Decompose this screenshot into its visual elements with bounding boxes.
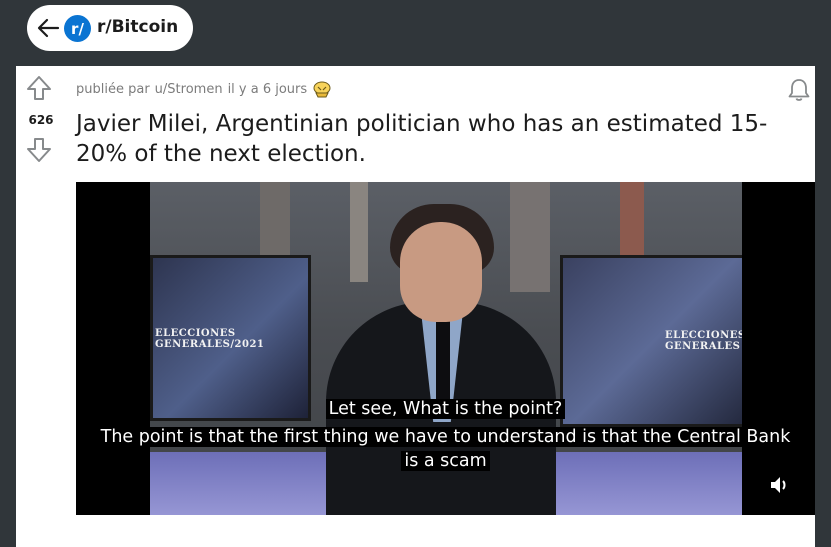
monitor-right-text: ELECCIONES GENERALES	[665, 330, 742, 352]
background-monitor-left: ELECCIONES GENERALES/2021	[150, 255, 311, 421]
monitor-left-text: ELECCIONES GENERALES/2021	[155, 328, 265, 350]
vote-count: 626	[28, 113, 54, 127]
arrow-left-icon[interactable]	[36, 17, 60, 39]
subtitle-line-2: The point is that the first thing we hav…	[76, 426, 815, 448]
post-title[interactable]: Javier Milei, Argentinian politician who…	[76, 109, 796, 169]
subreddit-header-pill: r/ r/Bitcoin	[27, 5, 193, 51]
post-card: 626 publiée par u/Stromen il y a 6 jours…	[16, 66, 815, 547]
vote-column: 626	[16, 66, 68, 176]
subreddit-name[interactable]: r/Bitcoin	[97, 17, 178, 37]
person-tie	[436, 320, 450, 410]
video-player[interactable]: ELECCIONES GENERALES/2021 ELECCIONES GEN…	[76, 182, 815, 515]
posted-by-label: publiée par	[76, 81, 150, 97]
post-meta: publiée par u/Stromen il y a 6 jours	[76, 79, 332, 99]
post-author[interactable]: u/Stromen	[155, 82, 223, 97]
person-face	[400, 222, 482, 322]
subtitle-line-1: Let see, What is the point?	[76, 398, 815, 420]
bell-icon[interactable]	[786, 77, 812, 103]
downvote-arrow-icon[interactable]	[26, 137, 52, 163]
upvote-arrow-icon[interactable]	[26, 75, 52, 101]
post-time[interactable]: il y a 6 jours	[228, 82, 308, 97]
award-icon[interactable]	[312, 79, 332, 99]
volume-icon[interactable]	[768, 474, 790, 496]
subreddit-avatar-icon[interactable]: r/	[64, 15, 91, 42]
subtitle-line-3: is a scam	[76, 450, 815, 472]
